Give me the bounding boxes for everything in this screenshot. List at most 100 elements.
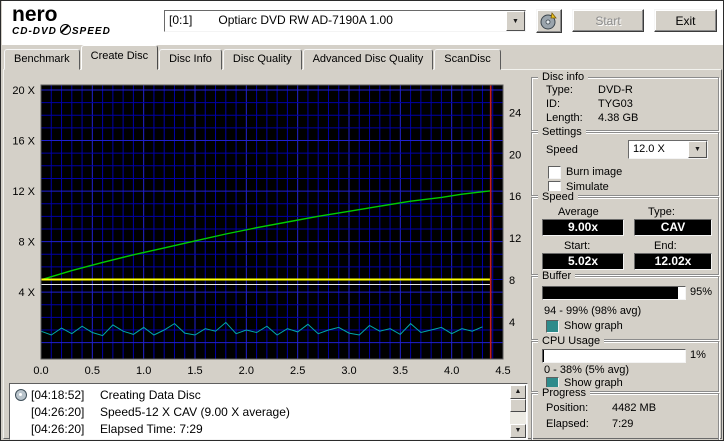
- log-text: Speed5-12 X CAV (9.00 X average): [100, 405, 290, 419]
- log-text: Elapsed Time: 7:29: [100, 422, 203, 436]
- svg-text:4: 4: [509, 317, 515, 329]
- start-button[interactable]: Start: [572, 9, 644, 32]
- average-label: Average: [558, 206, 599, 218]
- elapsed-value: 7:29: [612, 418, 634, 430]
- disc-icon: [15, 389, 27, 401]
- svg-text:16 X: 16 X: [12, 136, 35, 148]
- disc-length-value: 4.38 GB: [598, 112, 639, 124]
- cpu-range-text: 0 - 38% (5% avg): [544, 364, 629, 376]
- disc-type-value: DVD-R: [598, 84, 633, 96]
- log-scrollbar[interactable]: ▲ ▼: [510, 385, 526, 438]
- tab-scandisc[interactable]: ScanDisc: [434, 49, 501, 70]
- log-entry[interactable]: [04:18:52] Creating Data Disc: [12, 387, 509, 403]
- svg-text:20 X: 20 X: [12, 85, 35, 97]
- buffer-progress-bar: [542, 286, 686, 300]
- exit-button[interactable]: Exit: [654, 9, 717, 32]
- nero-logo-subtitle: CD-DVD SPEED: [12, 24, 111, 37]
- svg-text:3.5: 3.5: [393, 365, 408, 377]
- dropdown-arrow-icon[interactable]: ▼: [506, 11, 525, 31]
- speed-dropdown-arrow-icon[interactable]: ▼: [688, 141, 707, 158]
- disc-info-group: Disc info Type: DVD-R ID: TYG03 Length: …: [531, 71, 719, 131]
- progress-title: Progress: [538, 387, 591, 400]
- log-time: [04:26:20]: [31, 405, 85, 419]
- scroll-down-button[interactable]: ▼: [510, 424, 526, 438]
- start-speed-display: 5.02x: [542, 253, 624, 270]
- burn-disc-icon: [540, 12, 557, 30]
- buffer-title: Buffer: [538, 270, 576, 283]
- buffer-progress-fill: [543, 287, 678, 299]
- buffer-show-graph-checkbox[interactable]: [546, 320, 559, 333]
- svg-text:4 X: 4 X: [18, 287, 35, 299]
- svg-text:16: 16: [509, 191, 521, 203]
- settings-group: Settings Speed 12.0 X ▼ Burn image Simul…: [531, 126, 719, 196]
- speed-chart: 20 X 16 X 12 X 8 X 4 X 24 20 16 12 8 4 0.0 0.5 1.0 1.5…: [12, 84, 521, 377]
- svg-text:0.5: 0.5: [85, 365, 100, 377]
- write-disc-button[interactable]: [536, 9, 562, 33]
- cpu-percent: 1%: [690, 349, 706, 361]
- svg-text:24: 24: [509, 107, 521, 119]
- logo-sub-speed: SPEED: [71, 26, 111, 37]
- buffer-range-text: 94 - 99% (98% avg): [544, 305, 642, 317]
- cpu-progress-bar: [542, 349, 686, 363]
- logo-sub-cd-dvd: CD-DVD: [12, 26, 57, 37]
- svg-text:4.0: 4.0: [444, 365, 459, 377]
- tab-create-disc[interactable]: Create Disc: [80, 45, 159, 70]
- scroll-thumb[interactable]: [510, 399, 526, 412]
- svg-text:4.5: 4.5: [495, 365, 510, 377]
- end-speed-display: 12.02x: [634, 253, 712, 270]
- drive-selector[interactable]: [0:1] Optiarc DVD RW AD-7190A 1.00 ▼: [164, 10, 526, 32]
- cpu-usage-title: CPU Usage: [538, 335, 605, 348]
- log-entry[interactable]: [04:26:20] Speed5-12 X CAV (9.00 X avera…: [12, 404, 509, 420]
- svg-text:8 X: 8 X: [18, 237, 35, 249]
- svg-text:0.0: 0.0: [33, 365, 48, 377]
- burn-image-checkbox[interactable]: [548, 166, 561, 179]
- svg-text:20: 20: [509, 149, 521, 161]
- speed-group: Speed Average Type: 9.00x CAV Start: End…: [531, 191, 719, 275]
- tab-disc-quality[interactable]: Disc Quality: [222, 49, 302, 70]
- elapsed-label: Elapsed:: [546, 418, 589, 430]
- svg-text:3.0: 3.0: [341, 365, 356, 377]
- disc-length-label: Length:: [546, 112, 583, 124]
- tab-bar: Benchmark Create Disc Disc Info Disc Qua…: [4, 45, 502, 70]
- start-speed-label: Start:: [564, 240, 591, 252]
- disc-id-label: ID:: [546, 98, 561, 110]
- tab-advanced-disc-quality[interactable]: Advanced Disc Quality: [302, 49, 434, 70]
- tab-benchmark[interactable]: Benchmark: [4, 49, 80, 70]
- svg-text:12 X: 12 X: [12, 186, 35, 198]
- progress-group: Progress Position: 4482 MB Elapsed: 7:29: [531, 387, 719, 440]
- drive-selector-text: [0:1] Optiarc DVD RW AD-7190A 1.00: [165, 11, 506, 31]
- log-text: Creating Data Disc: [100, 388, 201, 402]
- speed-type-display: CAV: [634, 219, 712, 236]
- disc-id-value: TYG03: [598, 98, 633, 110]
- disc-logo-icon: [59, 24, 71, 35]
- nero-logo: nero CD-DVD SPEED: [12, 4, 111, 37]
- end-speed-label: End:: [654, 240, 677, 252]
- log-entry[interactable]: [04:26:20] Elapsed Time: 7:29: [12, 421, 509, 437]
- buffer-show-graph-label: Show graph: [564, 320, 623, 332]
- position-value: 4482 MB: [612, 402, 657, 414]
- speed-label: Speed: [546, 144, 578, 156]
- settings-title: Settings: [538, 126, 586, 139]
- log-panel: [04:18:52] Creating Data Disc [04:26:20]…: [9, 383, 528, 440]
- disc-info-title: Disc info: [538, 71, 589, 84]
- cpu-usage-group: CPU Usage 1% 0 - 38% (5% avg) Show graph: [531, 335, 719, 392]
- buffer-percent: 95%: [690, 286, 713, 298]
- svg-text:12: 12: [509, 233, 521, 245]
- type-label: Type:: [648, 206, 675, 218]
- svg-text:2.5: 2.5: [290, 365, 305, 377]
- tab-disc-info[interactable]: Disc Info: [159, 49, 222, 70]
- svg-text:1.5: 1.5: [187, 365, 202, 377]
- speed-select-value: 12.0 X: [633, 143, 665, 155]
- log-time: [04:26:20]: [31, 422, 85, 436]
- speed-select[interactable]: 12.0 X ▼: [628, 140, 708, 159]
- svg-text:1.0: 1.0: [136, 365, 151, 377]
- svg-text:2.0: 2.0: [239, 365, 254, 377]
- title-bar: nero CD-DVD SPEED [0:1] Optiarc DVD RW AD-…: [2, 1, 723, 45]
- cpu-progress-fill: [543, 350, 545, 362]
- app-window: nero CD-DVD SPEED [0:1] Optiarc DVD RW AD-…: [0, 0, 724, 441]
- svg-text:8: 8: [509, 275, 515, 287]
- disc-type-label: Type:: [546, 84, 573, 96]
- nero-logo-text: nero: [12, 3, 58, 26]
- average-speed-display: 9.00x: [542, 219, 624, 236]
- scroll-up-button[interactable]: ▲: [510, 385, 526, 399]
